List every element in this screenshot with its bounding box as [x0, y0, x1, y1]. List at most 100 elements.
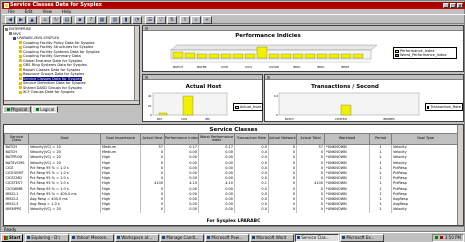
- toolbar: ◀ ▶ ▲ ⌂ ↻ ▤ ▪ ? ▦ ▥ ▮ ◔ ☰ ▽ ⇅ ⇪ ⌕ +: [2, 14, 465, 24]
- svg-text:BATCH: BATCH: [173, 65, 183, 69]
- home-icon[interactable]: ⌂: [40, 16, 50, 24]
- transactions-legend: Transaction_Rate: [425, 103, 463, 111]
- service-classes-table-panel: Service Classes Service Class Goal Goal Im…: [3, 124, 464, 226]
- export-icon[interactable]: ⇪: [180, 16, 190, 24]
- logical-icon: [36, 108, 40, 111]
- actual-host-bar-chart: 4K 2K 0 BAT CICS IMS: [148, 92, 228, 121]
- bar-chart-icon[interactable]: ▮: [121, 16, 131, 24]
- panel-titlebar: [143, 26, 463, 31]
- table-cell: *UNKNOWN: [324, 207, 370, 213]
- table-cell: 1: [369, 207, 392, 213]
- chart-icon[interactable]: ▥: [110, 16, 120, 24]
- table-cell: Velocity(VC) = 20: [28, 207, 101, 213]
- tree-horizontal-scrollbar[interactable]: [4, 100, 139, 104]
- system-icon: [9, 32, 12, 35]
- column-header[interactable]: Actual Host: [140, 133, 165, 145]
- column-header[interactable]: Service Class: [4, 133, 29, 145]
- windows-logo-icon: [4, 235, 8, 240]
- panel-titlebar: [143, 75, 262, 80]
- taskbar-button[interactable]: Microsoft Pow...: [205, 233, 250, 242]
- tree-node[interactable]: XCF Groups Data for Sysplex: [19, 90, 75, 95]
- taskbar-button[interactable]: Exploring - D:\: [25, 233, 70, 242]
- properties-icon[interactable]: ☰: [145, 16, 155, 24]
- tab-logical[interactable]: Logical: [32, 106, 59, 113]
- refresh-icon[interactable]: ↻: [51, 16, 61, 24]
- start-button[interactable]: Start: [1, 233, 24, 242]
- workspace-icon: [19, 77, 22, 80]
- taskbar-button-label: Workspace at...: [121, 235, 153, 240]
- find-icon[interactable]: ⌕: [191, 16, 201, 24]
- table-cell: 0: [268, 207, 297, 213]
- maximize-button[interactable]: □: [450, 3, 456, 8]
- legend-swatch: [235, 105, 239, 109]
- print-icon[interactable]: ▤: [62, 16, 72, 24]
- workspace-icon: [19, 68, 22, 71]
- column-header[interactable]: Actual Network: [268, 133, 297, 145]
- workspace-icon: [19, 81, 22, 85]
- table-row[interactable]: IMSMPPS Velocity(VC) = 20 High 0 0.00 0.00 0.0…: [4, 207, 460, 213]
- sort-icon[interactable]: ⇅: [167, 16, 177, 24]
- table-icon[interactable]: ▦: [97, 16, 107, 24]
- taskbar-button[interactable]: Workspace at...: [115, 233, 160, 242]
- view-tabs: Physical Logical: [3, 106, 140, 114]
- taskbar-button[interactable]: Service Clas...: [295, 233, 340, 242]
- zoom-icon[interactable]: +: [202, 16, 212, 24]
- svg-text:0: 0: [150, 113, 152, 117]
- taskbar-button[interactable]: Microsoft Ex...: [340, 233, 385, 242]
- taskbar-button-label: Microsoft Ex...: [346, 235, 375, 240]
- physical-icon: [7, 108, 10, 111]
- taskbar-button-label: Exploring - D:\: [31, 235, 60, 240]
- taskbar-button-label: Microsoft Word: [256, 235, 287, 240]
- speaker-icon[interactable]: [439, 236, 443, 239]
- pie-chart-icon[interactable]: ◔: [132, 16, 142, 24]
- svg-text:IMSM: IMSM: [341, 65, 349, 69]
- svg-text:0: 0: [276, 113, 278, 117]
- performance-chart-title: Performance Indicies: [235, 33, 301, 39]
- taskbar-button[interactable]: Microsoft Word: [250, 233, 295, 242]
- column-header[interactable]: Actual Total: [296, 133, 325, 145]
- back-icon[interactable]: ◀: [5, 16, 15, 24]
- column-header[interactable]: Performance Index: [164, 133, 199, 145]
- workspace-icon: [19, 45, 22, 49]
- column-header[interactable]: Goal: [28, 133, 101, 145]
- minimize-button[interactable]: _: [443, 3, 449, 8]
- tab-physical[interactable]: Physical: [3, 106, 32, 113]
- table-cell: High: [100, 207, 141, 213]
- workspace-icon: [19, 86, 22, 89]
- app-icon: [252, 236, 256, 239]
- svg-text:4K: 4K: [148, 94, 152, 98]
- app-icon: [117, 236, 121, 239]
- svg-text:CICS: CICS: [181, 117, 187, 121]
- column-header[interactable]: Transaction Rate: [234, 133, 269, 145]
- table-vertical-scrollbar[interactable]: [457, 125, 463, 225]
- performance-chart-panel: Performance Indicies BATCH BATPR CICE CICS C…: [142, 25, 464, 72]
- legend-transaction-rate: Transaction_Rate: [430, 105, 461, 109]
- table-cell: Velocity: [391, 207, 460, 213]
- clock: 3:50 PM: [444, 235, 461, 240]
- column-header[interactable]: Workload: [324, 133, 370, 145]
- table-cell: 0.00: [198, 207, 235, 213]
- filter-icon[interactable]: ▽: [156, 16, 166, 24]
- help-icon[interactable]: ?: [86, 16, 96, 24]
- column-header[interactable]: Goal Importance: [100, 133, 141, 145]
- forward-icon[interactable]: ▶: [16, 16, 26, 24]
- taskbar-button[interactable]: Yahoo! Messen...: [70, 233, 115, 242]
- app-icon: [297, 236, 301, 239]
- column-header[interactable]: Period: [369, 133, 392, 145]
- save-icon[interactable]: ▪: [75, 16, 85, 24]
- legend-worst-performance-index: Worst_Performance_Index: [400, 53, 447, 57]
- panel-icon: [145, 76, 148, 79]
- workspace-icon: [19, 41, 22, 44]
- svg-text:BAT: BAT: [157, 117, 162, 121]
- column-header[interactable]: Goal Type: [391, 133, 460, 145]
- taskbar-button[interactable]: Manage Candl...: [160, 233, 205, 242]
- up-icon[interactable]: ▲: [27, 16, 37, 24]
- column-header[interactable]: Worst Performance Index: [198, 133, 235, 145]
- navigator-tree: ENTERPRISE MVS LPARABC-MVS-SYSPLEX Coupl…: [3, 25, 140, 105]
- table-cell: 0: [140, 207, 165, 213]
- tree-vertical-scrollbar[interactable]: [134, 26, 139, 104]
- performance-chart-legend: Performance_Index Worst_Performance_Inde…: [393, 47, 457, 59]
- title-bar: Service Classes Data for Sysplex _ □ ×: [2, 2, 465, 9]
- network-icon[interactable]: [434, 236, 438, 239]
- close-button[interactable]: ×: [457, 3, 463, 8]
